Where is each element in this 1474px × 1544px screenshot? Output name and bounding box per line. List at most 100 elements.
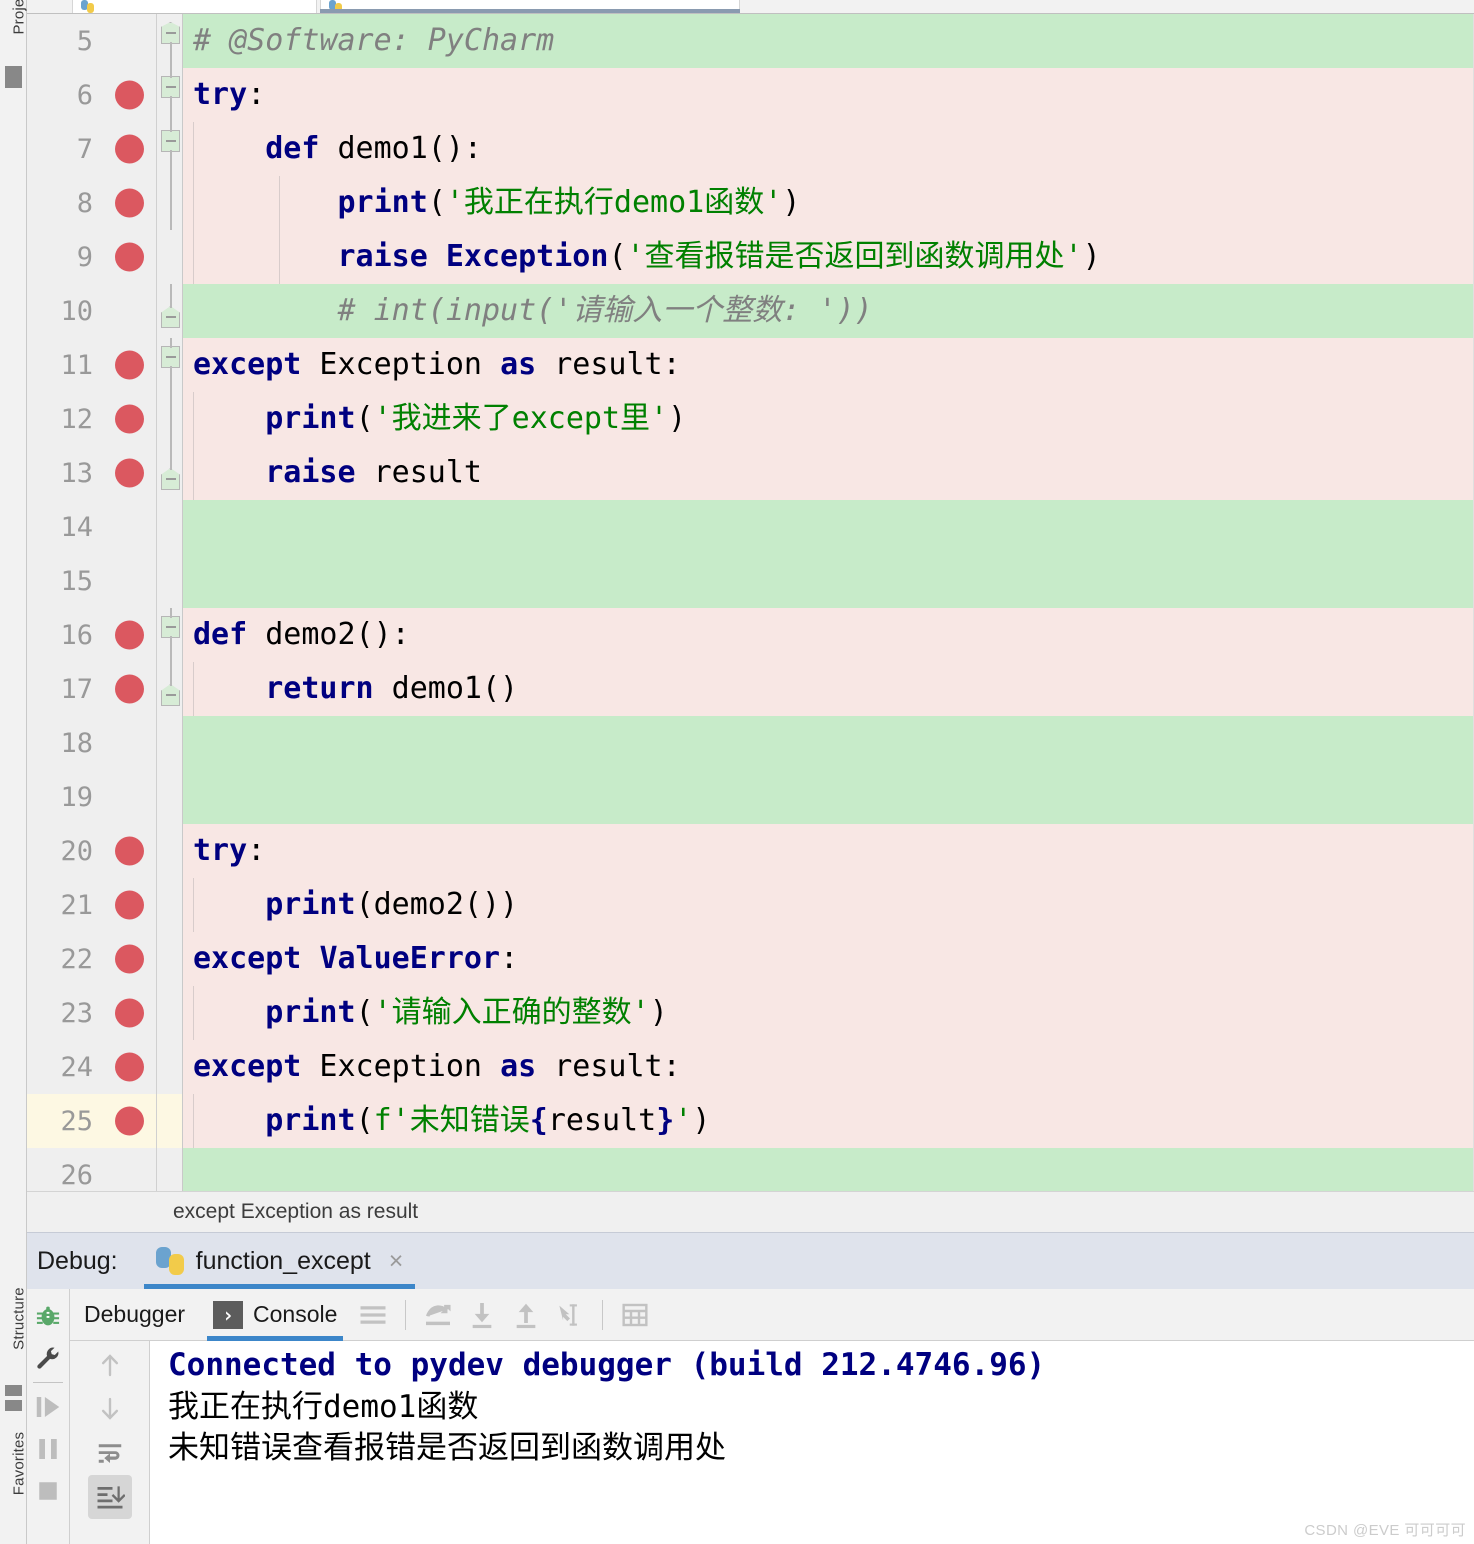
- debug-tab-debugger[interactable]: Debugger: [70, 1289, 199, 1341]
- editor-gutter[interactable]: 21: [27, 878, 157, 932]
- editor-gutter[interactable]: 22: [27, 932, 157, 986]
- code-line[interactable]: 9 raise Exception('查看报错是否返回到函数调用处'): [27, 230, 1474, 284]
- breakpoint-icon[interactable]: [115, 1052, 144, 1082]
- close-icon[interactable]: ×: [389, 1247, 404, 1276]
- editor-gutter[interactable]: 20: [27, 824, 157, 878]
- code-line[interactable]: 21 print (demo2()): [27, 878, 1474, 932]
- code-line[interactable]: 13 raise result: [27, 446, 1474, 500]
- settings-wrench-icon[interactable]: [28, 1337, 68, 1379]
- fold-column[interactable]: [157, 932, 183, 986]
- editor-gutter[interactable]: 13: [27, 446, 157, 500]
- fold-column[interactable]: [157, 338, 183, 392]
- editor-gutter[interactable]: 10: [27, 284, 157, 338]
- fold-column[interactable]: [157, 500, 183, 554]
- stripe-item-project[interactable]: Project: [11, 0, 28, 56]
- step-over-button[interactable]: [416, 1293, 460, 1337]
- breakpoint-icon[interactable]: [115, 404, 144, 434]
- scroll-to-end-button[interactable]: [87, 1475, 132, 1519]
- code-line[interactable]: 24 except Exception as result:: [27, 1040, 1474, 1094]
- code-line[interactable]: 17 return demo1(): [27, 662, 1474, 716]
- breakpoint-icon[interactable]: [115, 350, 144, 380]
- fold-column[interactable]: [157, 284, 183, 338]
- debug-tab-console[interactable]: › Console: [199, 1289, 351, 1341]
- fold-mid-icon[interactable]: [161, 76, 180, 98]
- fold-column[interactable]: [157, 1094, 183, 1148]
- breakpoint-icon[interactable]: [115, 134, 144, 164]
- scroll-down-button[interactable]: [88, 1387, 132, 1431]
- stripe-item-structure[interactable]: Structure: [11, 1274, 28, 1364]
- code-line[interactable]: 11 except Exception as result:: [27, 338, 1474, 392]
- resume-program-button[interactable]: [28, 1386, 68, 1428]
- fold-column[interactable]: [157, 1148, 183, 1191]
- show-hide-lines-button[interactable]: [351, 1293, 395, 1337]
- fold-mid-icon[interactable]: [161, 346, 180, 368]
- soft-wrap-button[interactable]: [88, 1431, 132, 1475]
- breakpoint-icon[interactable]: [115, 620, 144, 650]
- editor-gutter[interactable]: 8: [27, 176, 157, 230]
- pause-program-button[interactable]: [28, 1428, 68, 1470]
- code-line[interactable]: 8 print('我正在执行demo1函数'): [27, 176, 1474, 230]
- fold-end-icon[interactable]: [161, 468, 180, 490]
- editor-gutter[interactable]: 25: [27, 1094, 157, 1148]
- code-line[interactable]: 15: [27, 554, 1474, 608]
- breakpoint-icon[interactable]: [115, 1106, 144, 1136]
- editor-gutter[interactable]: 23: [27, 986, 157, 1040]
- breakpoint-icon[interactable]: [115, 242, 144, 272]
- fold-column[interactable]: [157, 176, 183, 230]
- debug-session-tab[interactable]: function_except ×: [143, 1233, 416, 1289]
- editor-gutter[interactable]: 6: [27, 68, 157, 122]
- editor-gutter[interactable]: 26: [27, 1148, 157, 1191]
- console-output[interactable]: Connected to pydev debugger (build 212.4…: [150, 1341, 1474, 1544]
- code-line[interactable]: 10 # int(input('请输入一个整数: ')): [27, 284, 1474, 338]
- fold-end-icon[interactable]: [161, 684, 180, 706]
- code-line[interactable]: 5 # @Software: PyCharm: [27, 14, 1474, 68]
- breakpoint-icon[interactable]: [115, 836, 144, 866]
- fold-mid-icon[interactable]: [161, 616, 180, 638]
- fold-column[interactable]: [157, 1040, 183, 1094]
- step-into-button[interactable]: [460, 1293, 504, 1337]
- editor-gutter[interactable]: 12: [27, 392, 157, 446]
- editor-gutter[interactable]: 14: [27, 500, 157, 554]
- fold-column[interactable]: [157, 662, 183, 716]
- editor-gutter[interactable]: 9: [27, 230, 157, 284]
- fold-column[interactable]: [157, 986, 183, 1040]
- stripe-item-favorites[interactable]: Favorites: [11, 1419, 28, 1509]
- fold-column[interactable]: [157, 878, 183, 932]
- code-editor[interactable]: 5 # @Software: PyCharm 6 try:7 def demo1():…: [27, 14, 1474, 1191]
- code-line[interactable]: 19: [27, 770, 1474, 824]
- editor-gutter[interactable]: 24: [27, 1040, 157, 1094]
- stop-program-button[interactable]: [28, 1470, 68, 1512]
- evaluate-expression-button[interactable]: [613, 1293, 657, 1337]
- fold-column[interactable]: [157, 608, 183, 662]
- editor-gutter[interactable]: 19: [27, 770, 157, 824]
- step-out-button[interactable]: [504, 1293, 548, 1337]
- code-line[interactable]: 23 print('请输入正确的整数'): [27, 986, 1474, 1040]
- code-line[interactable]: 18: [27, 716, 1474, 770]
- breakpoint-icon[interactable]: [115, 890, 144, 920]
- fold-column[interactable]: [157, 230, 183, 284]
- editor-tab[interactable]: [72, 0, 317, 13]
- code-line[interactable]: 20 try:: [27, 824, 1474, 878]
- code-line[interactable]: 6 try:: [27, 68, 1474, 122]
- fold-column[interactable]: [157, 68, 183, 122]
- debugger-bug-icon[interactable]: [28, 1295, 68, 1337]
- fold-column[interactable]: [157, 446, 183, 500]
- code-line[interactable]: 16 def demo2():: [27, 608, 1474, 662]
- editor-gutter[interactable]: 17: [27, 662, 157, 716]
- fold-column[interactable]: [157, 14, 183, 68]
- run-to-cursor-button[interactable]: [548, 1293, 592, 1337]
- scroll-up-button[interactable]: [88, 1343, 132, 1387]
- fold-mid-icon[interactable]: [161, 130, 180, 152]
- editor-gutter[interactable]: 15: [27, 554, 157, 608]
- code-line[interactable]: 7 def demo1():: [27, 122, 1474, 176]
- fold-end-icon[interactable]: [161, 306, 180, 328]
- fold-start-icon[interactable]: [161, 22, 180, 44]
- code-line[interactable]: 26: [27, 1148, 1474, 1191]
- breakpoint-icon[interactable]: [115, 80, 144, 110]
- breakpoint-icon[interactable]: [115, 458, 144, 488]
- fold-column[interactable]: [157, 770, 183, 824]
- breakpoint-icon[interactable]: [115, 674, 144, 704]
- breakpoint-icon[interactable]: [115, 188, 144, 218]
- breakpoint-icon[interactable]: [115, 998, 144, 1028]
- code-line[interactable]: 22 except ValueError:: [27, 932, 1474, 986]
